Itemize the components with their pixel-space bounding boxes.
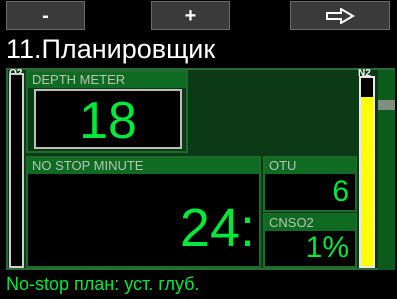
depth-value-box[interactable]: 18: [34, 89, 182, 149]
n2-gauge: [359, 76, 375, 268]
otu-label: OTU: [265, 158, 355, 174]
cns-value: 1%: [305, 231, 349, 264]
no-stop-label: NO STOP MINUTE: [28, 158, 259, 174]
otu-value: 6: [332, 175, 349, 208]
depth-label: DEPTH METER: [28, 72, 186, 88]
otu-panel: OTU 6: [263, 156, 357, 212]
right-side-strip: [378, 70, 395, 270]
o2-gauge: [9, 73, 24, 268]
status-message: No-stop план: уст. глуб.: [6, 274, 200, 294]
cns-panel: CNSO2 1%: [263, 213, 357, 268]
no-stop-value: 24:: [179, 198, 255, 258]
arrow-right-icon: [326, 7, 355, 24]
next-button[interactable]: [290, 1, 390, 30]
depth-panel: DEPTH METER 18: [26, 70, 188, 153]
decrease-label: -: [42, 4, 49, 27]
no-stop-panel: NO STOP MINUTE 24:: [26, 156, 261, 268]
cns-label: CNSO2: [265, 215, 355, 231]
increase-button[interactable]: +: [151, 1, 230, 30]
softkey-bar: - +: [0, 0, 397, 31]
n2-gauge-fill: [361, 96, 373, 266]
page-title: 11.Планировщик: [6, 34, 216, 64]
decrease-button[interactable]: -: [6, 1, 85, 30]
depth-value: 18: [79, 92, 137, 150]
increase-label: +: [184, 4, 197, 27]
scroll-marker: [378, 100, 395, 110]
